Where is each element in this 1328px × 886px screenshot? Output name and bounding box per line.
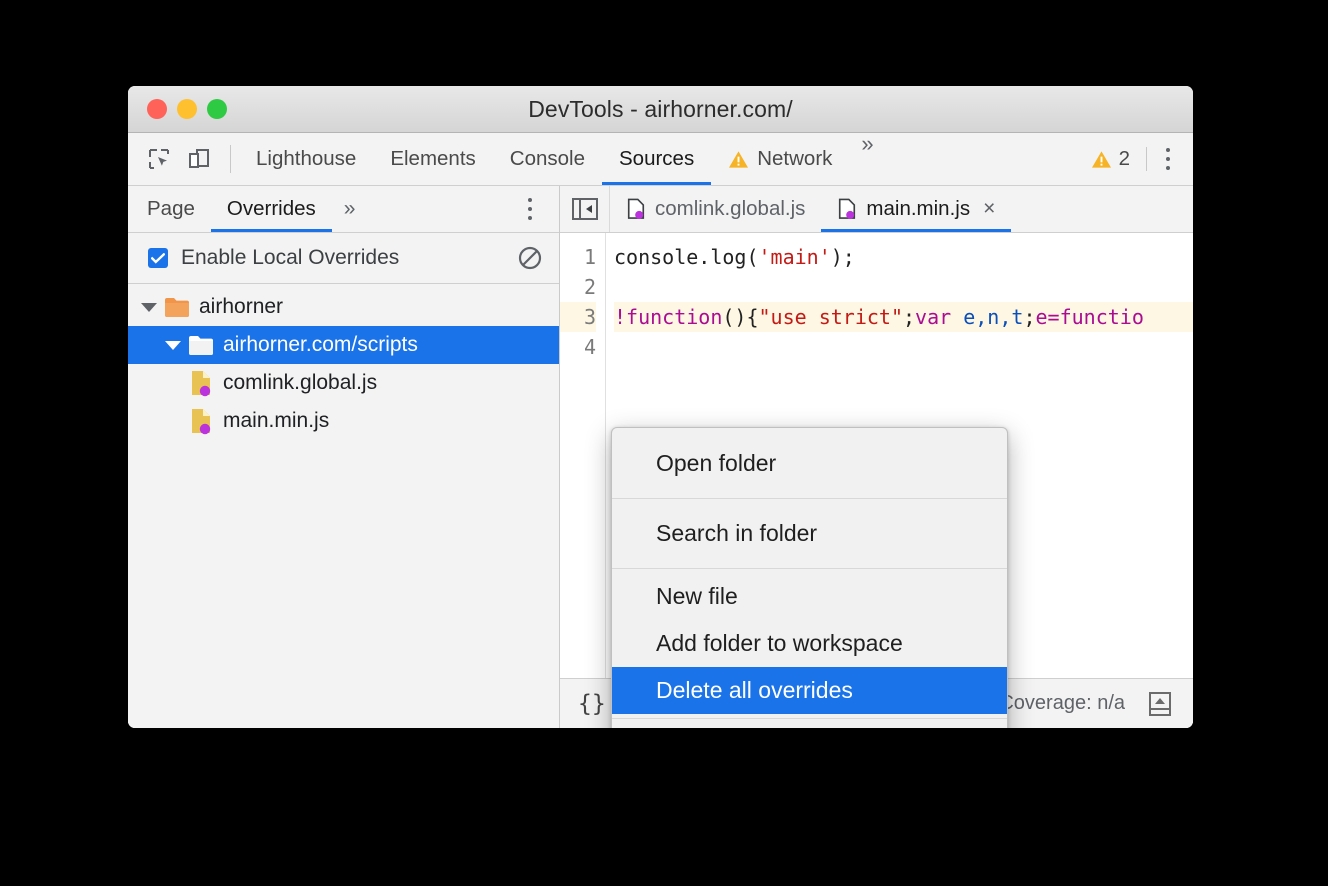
- js-file-override-icon: [186, 407, 216, 435]
- devtools-window: DevTools - airhorner.com/ Lighthouse: [128, 86, 1193, 728]
- nav-tab-overrides-label: Overrides: [227, 197, 316, 221]
- nav-tab-overrides[interactable]: Overrides: [211, 186, 332, 232]
- warning-count-label: 2: [1119, 147, 1130, 171]
- menu-item-label: Add folder to workspace: [656, 630, 903, 657]
- editor-tabbar: comlink.global.js main.min.js ×: [560, 186, 1193, 233]
- tree-label: airhorner.com/scripts: [223, 333, 418, 357]
- toolbar-right-group: 2: [1081, 133, 1193, 185]
- panel-tabs-overflow-icon[interactable]: »: [849, 133, 885, 185]
- js-file-override-icon: [626, 198, 646, 220]
- overrides-file-tree: airhorner airhorner.com/scripts: [128, 284, 559, 728]
- folder-white-icon: [186, 334, 216, 356]
- menu-item-add-folder-to-workspace[interactable]: Add folder to workspace: [612, 620, 1007, 667]
- menu-item-label: Delete all overrides: [656, 677, 853, 704]
- toolbar-divider: [1146, 147, 1147, 171]
- enable-local-overrides-checkbox[interactable]: [148, 248, 168, 268]
- tab-sources-label: Sources: [619, 147, 694, 171]
- navigator-more-options-wrap: [515, 186, 559, 232]
- tree-label: airhorner: [199, 295, 283, 319]
- tab-console-label: Console: [510, 147, 585, 171]
- inspect-element-icon[interactable]: [142, 142, 176, 176]
- line-number: 4: [560, 332, 596, 362]
- tree-label: comlink.global.js: [223, 371, 377, 395]
- tab-sources[interactable]: Sources: [602, 133, 711, 185]
- tab-console[interactable]: Console: [493, 133, 602, 185]
- menu-separator: [612, 568, 1007, 569]
- js-file-override-icon: [837, 198, 857, 220]
- show-navigator-icon[interactable]: [560, 186, 610, 232]
- editor-tab-label: main.min.js: [866, 197, 970, 221]
- menu-separator: [612, 718, 1007, 719]
- tree-label: main.min.js: [223, 409, 329, 433]
- close-window-button[interactable]: [147, 99, 167, 119]
- menu-item-new-file[interactable]: New file: [612, 573, 1007, 620]
- folder-orange-icon: [162, 296, 192, 318]
- expand-triangle-icon[interactable]: [136, 303, 162, 312]
- clear-configuration-icon[interactable]: [515, 243, 545, 273]
- issues-warning-counter[interactable]: 2: [1081, 147, 1140, 171]
- tab-lighthouse-label: Lighthouse: [256, 147, 356, 171]
- menu-item-delete-all-overrides[interactable]: Delete all overrides: [612, 667, 1007, 714]
- warning-triangle-icon: [1091, 150, 1112, 169]
- menu-item-speech[interactable]: Speech ▶: [612, 723, 1007, 728]
- context-menu: Open folder Search in folder New file Ad…: [611, 427, 1008, 728]
- code-line: !function(){"use strict";var e,n,t;e=fun…: [614, 302, 1193, 332]
- js-file-override-icon: [186, 369, 216, 397]
- menu-separator: [612, 498, 1007, 499]
- editor-tab-main-min-js[interactable]: main.min.js ×: [821, 186, 1011, 232]
- tree-row-comlink-global-js[interactable]: comlink.global.js: [128, 364, 559, 402]
- expand-triangle-icon[interactable]: [160, 341, 186, 350]
- navigator-pane: Page Overrides » Enable Local Overrides: [128, 186, 560, 728]
- navigator-tabbar: Page Overrides »: [128, 186, 559, 233]
- menu-item-label: Search in folder: [656, 520, 817, 547]
- tab-lighthouse[interactable]: Lighthouse: [239, 133, 373, 185]
- navigator-tabs-overflow-icon[interactable]: »: [332, 186, 368, 232]
- zoom-window-button[interactable]: [207, 99, 227, 119]
- warning-triangle-icon: [728, 150, 749, 169]
- line-number-gutter: 1 2 3 4: [560, 233, 606, 678]
- close-tab-icon[interactable]: ×: [983, 197, 995, 221]
- menu-item-label: New file: [656, 583, 738, 610]
- tree-row-airhorner[interactable]: airhorner: [128, 288, 559, 326]
- tab-elements-label: Elements: [390, 147, 475, 171]
- tab-network-label: Network: [757, 147, 832, 171]
- tab-network[interactable]: Network: [711, 133, 849, 185]
- line-number: 2: [560, 272, 596, 302]
- editor-tab-comlink-global-js[interactable]: comlink.global.js: [610, 186, 821, 232]
- device-toolbar-icon[interactable]: [182, 142, 216, 176]
- window-title: DevTools - airhorner.com/: [128, 96, 1193, 123]
- editor-tab-label: comlink.global.js: [655, 197, 805, 221]
- window-title-bar: DevTools - airhorner.com/: [128, 86, 1193, 133]
- code-line: [614, 332, 1193, 362]
- toolbar-divider: [230, 145, 231, 173]
- devtools-panel-tabs: Lighthouse Elements Console Sources: [239, 133, 886, 185]
- toolbar-icon-group: [128, 133, 222, 185]
- nav-tab-page-label: Page: [147, 197, 195, 221]
- enable-local-overrides-label: Enable Local Overrides: [181, 246, 399, 270]
- menu-item-search-in-folder[interactable]: Search in folder: [612, 503, 1007, 564]
- line-number: 3: [560, 302, 596, 332]
- line-number: 1: [560, 242, 596, 272]
- menu-item-open-folder[interactable]: Open folder: [612, 433, 1007, 494]
- menu-item-label: Open folder: [656, 450, 776, 477]
- navigator-more-options-icon[interactable]: [515, 192, 545, 226]
- devtools-more-options-icon[interactable]: [1153, 142, 1183, 176]
- nav-tab-page[interactable]: Page: [128, 186, 211, 232]
- window-controls: [147, 99, 227, 119]
- code-line: [614, 272, 1193, 302]
- tree-row-main-min-js[interactable]: main.min.js: [128, 402, 559, 440]
- tree-row-airhorner-com-scripts[interactable]: airhorner.com/scripts: [128, 326, 559, 364]
- tab-elements[interactable]: Elements: [373, 133, 492, 185]
- devtools-main-toolbar: Lighthouse Elements Console Sources: [128, 133, 1193, 186]
- minimize-window-button[interactable]: [177, 99, 197, 119]
- show-drawer-icon[interactable]: [1143, 687, 1177, 721]
- enable-local-overrides-row: Enable Local Overrides: [128, 233, 559, 284]
- code-line: console.log('main');: [614, 242, 1193, 272]
